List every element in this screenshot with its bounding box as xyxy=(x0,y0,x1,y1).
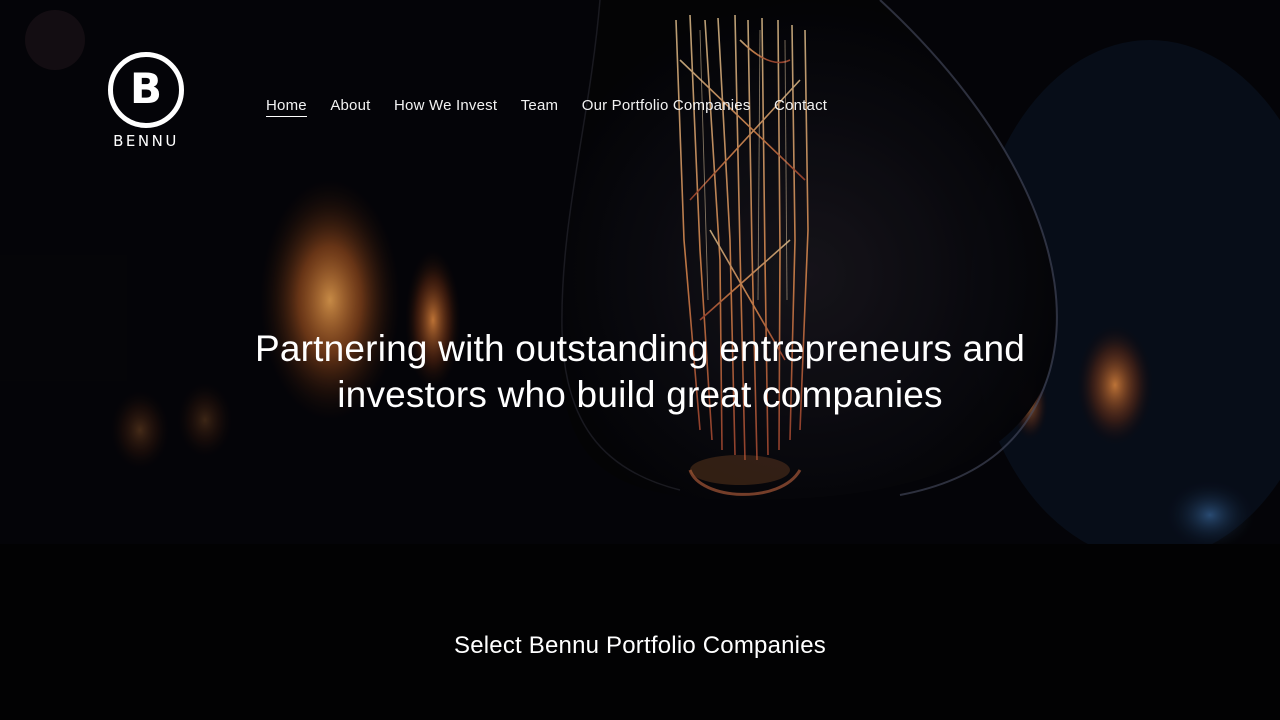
nav-item-about[interactable]: About xyxy=(330,97,370,117)
hero-overlay xyxy=(0,0,1280,544)
page: B BENNU Home About How We Invest Team Ou… xyxy=(0,0,1280,720)
nav-item-portfolio-companies[interactable]: Our Portfolio Companies xyxy=(582,97,751,117)
hero-headline-line1: Partnering with outstanding entrepreneur… xyxy=(254,328,1026,369)
logo-letter: B xyxy=(129,64,162,113)
portfolio-section-title: Select Bennu Portfolio Companies xyxy=(454,632,826,659)
nav-item-home[interactable]: Home xyxy=(266,97,307,117)
nav-item-contact[interactable]: Contact xyxy=(774,97,827,117)
hero-headline: Partnering with outstanding entrepreneur… xyxy=(140,326,1140,418)
nav-item-how-we-invest[interactable]: How We Invest xyxy=(394,97,497,117)
nav-item-team[interactable]: Team xyxy=(521,97,558,117)
bennu-logo[interactable]: B BENNU xyxy=(106,52,186,152)
logo-circle-icon: B xyxy=(108,52,184,128)
logo-wordmark: BENNU xyxy=(113,132,179,150)
main-navigation: Home About How We Invest Team Our Portfo… xyxy=(266,97,851,117)
hero-section: B BENNU Home About How We Invest Team Ou… xyxy=(0,0,1280,544)
hero-headline-line2: investors who build great companies xyxy=(337,374,943,415)
